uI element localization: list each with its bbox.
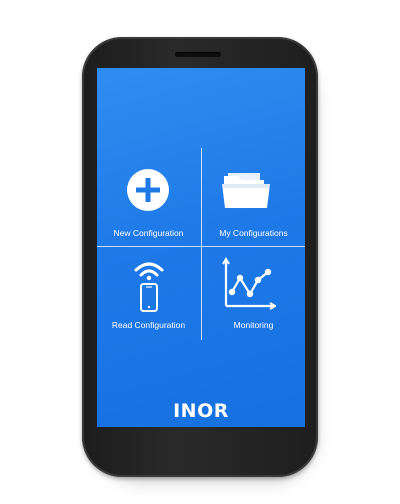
phone-wireless-icon <box>134 262 164 312</box>
read-configuration-tile[interactable]: Read Configuration <box>97 248 200 342</box>
read-configuration-label: Read Configuration <box>111 320 186 330</box>
plus-circle-icon <box>127 169 169 211</box>
folder-icon <box>222 173 270 208</box>
my-configurations-label: My Configurations <box>219 228 288 238</box>
my-configurations-tile[interactable]: My Configurations <box>202 152 305 246</box>
new-configuration-label: New Configuration <box>113 228 184 238</box>
grid-divider-horizontal <box>97 246 305 247</box>
monitoring-label: Monitoring <box>233 320 274 330</box>
inor-logo: INOR <box>173 400 229 422</box>
monitoring-tile[interactable]: Monitoring <box>202 248 305 342</box>
app-screen: New Configuration My Configurations Read… <box>97 68 305 427</box>
line-chart-icon <box>222 257 276 310</box>
new-configuration-tile[interactable]: New Configuration <box>97 152 200 246</box>
product-image: New Configuration My Configurations Read… <box>0 0 400 504</box>
phone-speaker <box>175 52 221 57</box>
